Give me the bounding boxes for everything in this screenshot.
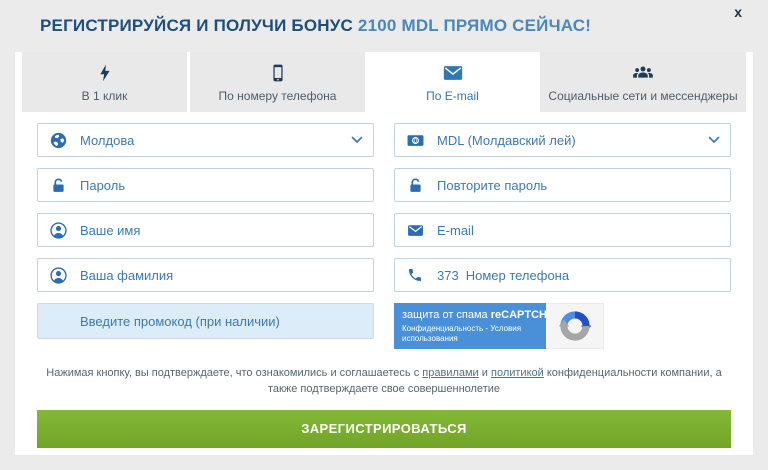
registration-tabs: В 1 клик По номеру телефона По E-mail Со… bbox=[15, 52, 753, 112]
country-select[interactable]: Молдова bbox=[37, 123, 374, 157]
title-main: РЕГИСТРИРУЙСЯ И ПОЛУЧИ БОНУС bbox=[40, 16, 353, 35]
promo-code-input[interactable] bbox=[80, 314, 363, 329]
chevron-down-icon bbox=[708, 136, 720, 144]
chevron-down-icon bbox=[351, 136, 363, 144]
email-field[interactable] bbox=[394, 213, 731, 247]
legal-part2: и bbox=[482, 367, 488, 379]
close-icon[interactable]: x bbox=[734, 3, 742, 23]
tab-label: По E-mail bbox=[426, 89, 479, 103]
tab-label: Социальные сети и мессенджеры bbox=[548, 89, 737, 103]
people-group-icon bbox=[631, 62, 655, 84]
phone-icon bbox=[407, 267, 424, 283]
envelope-icon bbox=[407, 222, 424, 239]
promo-code-field[interactable] bbox=[37, 303, 374, 339]
email-input[interactable] bbox=[437, 223, 720, 238]
rules-link[interactable]: правилами bbox=[422, 367, 478, 379]
form-content: Молдова 0 MDL (Молдавский лей) bbox=[15, 112, 753, 448]
title-bonus: 2100 MDL ПРЯМО СЕЙЧАС! bbox=[358, 16, 591, 35]
first-name-field[interactable] bbox=[37, 213, 374, 247]
smartphone-icon bbox=[268, 62, 288, 84]
recaptcha-widget[interactable]: защита от спама reCAPTCHA Конфиденциальн… bbox=[394, 303, 731, 349]
last-name-input[interactable] bbox=[80, 268, 363, 283]
recaptcha-separator: - bbox=[485, 324, 488, 333]
password-field[interactable] bbox=[37, 168, 374, 202]
recaptcha-text: защита от спама bbox=[402, 309, 488, 321]
register-button[interactable]: ЗАРЕГИСТРИРОВАТЬСЯ bbox=[37, 410, 731, 448]
repeat-password-input[interactable] bbox=[437, 178, 720, 193]
recaptcha-badge: защита от спама reCAPTCHA Конфиденциальн… bbox=[394, 303, 546, 349]
tab-social[interactable]: Социальные сети и мессенджеры bbox=[540, 52, 746, 112]
registration-modal: x РЕГИСТРИРУЙСЯ И ПОЛУЧИ БОНУС 2100 MDL … bbox=[15, 0, 753, 455]
lock-open-icon bbox=[407, 177, 424, 194]
globe-icon bbox=[50, 132, 67, 149]
tab-one-click[interactable]: В 1 клик bbox=[22, 52, 187, 112]
modal-header: РЕГИСТРИРУЙСЯ И ПОЛУЧИ БОНУС 2100 MDL ПР… bbox=[15, 0, 753, 52]
last-name-field[interactable] bbox=[37, 258, 374, 292]
lightning-icon bbox=[95, 62, 115, 84]
tab-label: По номеру телефона bbox=[219, 89, 337, 103]
password-input[interactable] bbox=[80, 178, 363, 193]
phone-country-code: 373 bbox=[437, 268, 459, 283]
recaptcha-privacy-link[interactable]: Конфиденциальность bbox=[402, 324, 483, 333]
user-icon bbox=[50, 222, 67, 239]
phone-input[interactable] bbox=[466, 268, 720, 283]
tab-by-email[interactable]: По E-mail bbox=[368, 52, 537, 112]
tab-label: В 1 клик bbox=[82, 89, 128, 103]
envelope-icon bbox=[441, 62, 465, 84]
tab-by-phone[interactable]: По номеру телефона bbox=[190, 52, 365, 112]
phone-field[interactable]: 373 bbox=[394, 258, 731, 292]
recaptcha-logo bbox=[546, 303, 604, 349]
legal-part1: Нажимая кнопку, вы подтверждаете, что оз… bbox=[46, 367, 419, 379]
banknote-icon: 0 bbox=[407, 132, 424, 149]
repeat-password-field[interactable] bbox=[394, 168, 731, 202]
currency-value: MDL (Молдавский лей) bbox=[437, 133, 695, 148]
page-title: РЕГИСТРИРУЙСЯ И ПОЛУЧИ БОНУС 2100 MDL ПР… bbox=[40, 16, 591, 36]
first-name-input[interactable] bbox=[80, 223, 363, 238]
user-icon bbox=[50, 267, 67, 284]
lock-open-icon bbox=[50, 177, 67, 194]
country-value: Молдова bbox=[80, 133, 338, 148]
privacy-policy-link[interactable]: политикой bbox=[491, 367, 544, 379]
legal-text: Нажимая кнопку, вы подтверждаете, что оз… bbox=[37, 366, 731, 398]
form-grid: Молдова 0 MDL (Молдавский лей) bbox=[37, 123, 731, 349]
currency-select[interactable]: 0 MDL (Молдавский лей) bbox=[394, 123, 731, 157]
